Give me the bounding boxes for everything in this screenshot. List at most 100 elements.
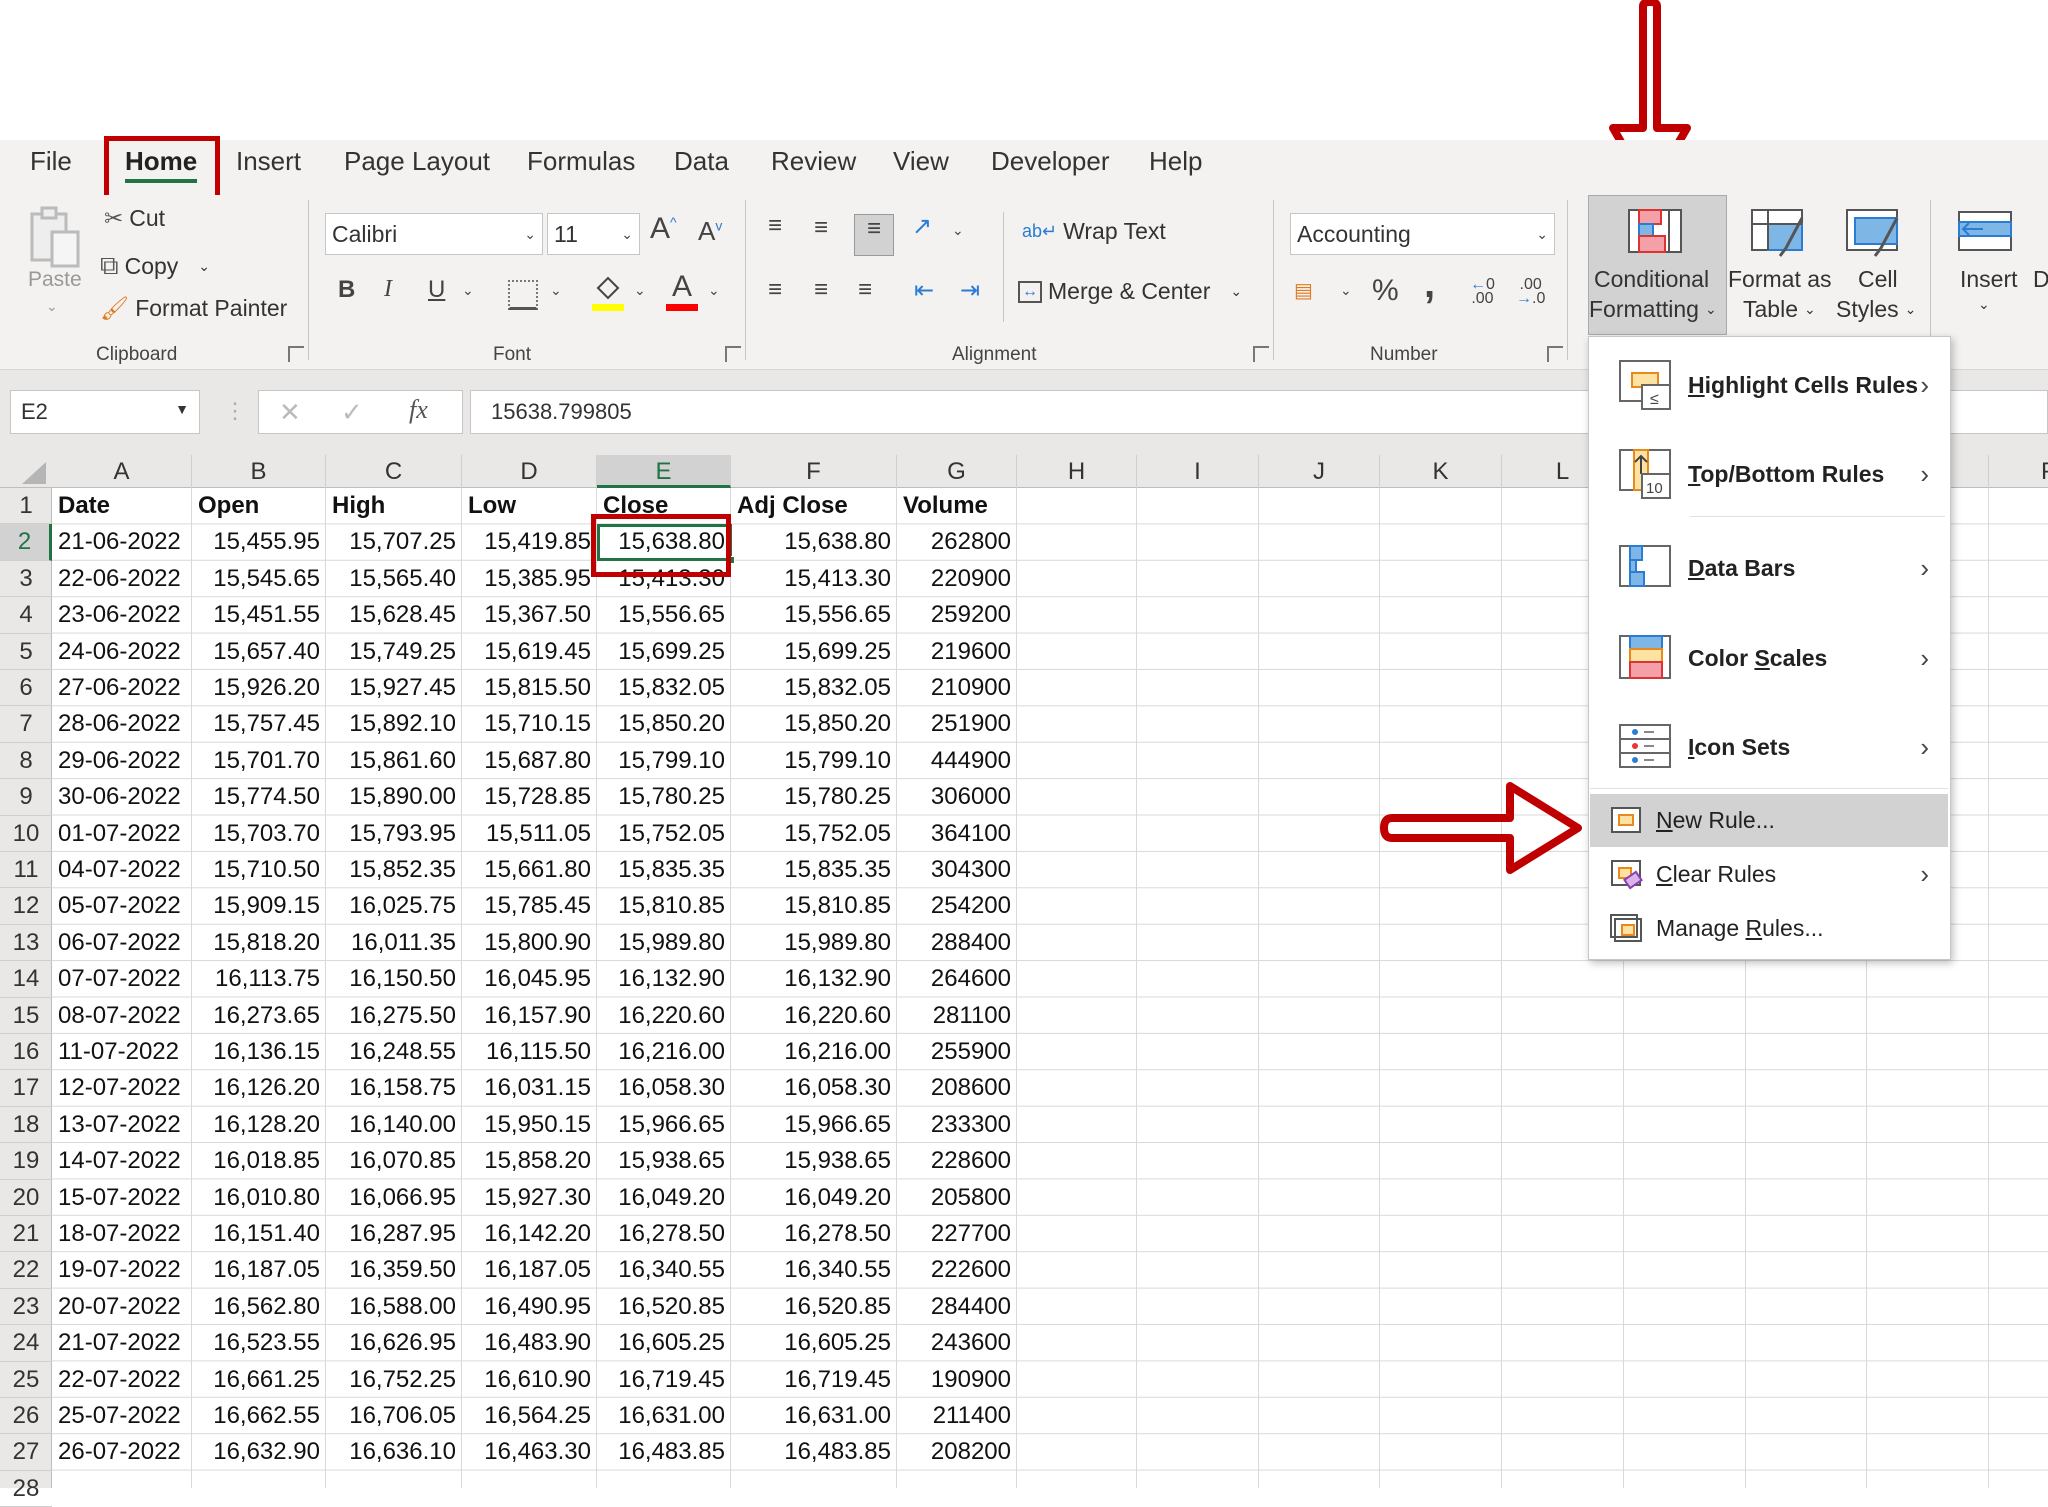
table-cell[interactable]: 304300 <box>897 852 1017 888</box>
table-cell[interactable]: 16,610.90 <box>462 1362 597 1398</box>
row-header[interactable]: 3 <box>0 561 52 598</box>
column-header-f[interactable]: F <box>731 455 897 488</box>
table-cell[interactable]: 16,025.75 <box>326 888 462 924</box>
row-header[interactable]: 2 <box>0 524 52 561</box>
table-cell[interactable]: 15,385.95 <box>462 561 597 597</box>
table-cell[interactable]: 16,520.85 <box>597 1289 731 1325</box>
table-cell[interactable]: 16,049.20 <box>731 1180 897 1216</box>
row-header[interactable]: 25 <box>0 1362 52 1398</box>
table-cell[interactable]: 15,858.20 <box>462 1143 597 1179</box>
table-cell[interactable]: 30-06-2022 <box>52 779 192 815</box>
merge-center-button[interactable]: ↔ Merge & Center ⌄ <box>1018 278 1242 305</box>
table-cell[interactable]: 15,810.85 <box>731 888 897 924</box>
table-cell[interactable]: 15,710.50 <box>192 852 326 888</box>
menu-item-data-bars[interactable]: Data Bars › <box>1588 538 1951 598</box>
table-cell[interactable]: 22-06-2022 <box>52 561 192 597</box>
table-cell[interactable]: 15,799.10 <box>597 743 731 779</box>
table-cell[interactable]: 16,132.90 <box>731 961 897 997</box>
column-header-k[interactable]: K <box>1380 455 1502 488</box>
table-cell[interactable]: 15,892.10 <box>326 706 462 742</box>
table-cell[interactable]: 15,966.65 <box>731 1107 897 1143</box>
table-cell[interactable]: 16,018.85 <box>192 1143 326 1179</box>
table-cell[interactable]: 306000 <box>897 779 1017 815</box>
table-cell[interactable]: 16,045.95 <box>462 961 597 997</box>
table-cell[interactable]: 15,774.50 <box>192 779 326 815</box>
table-cell[interactable]: 16,058.30 <box>731 1070 897 1106</box>
increase-decimal-icon[interactable]: ←0.00 <box>1470 277 1495 307</box>
table-cell[interactable]: 284400 <box>897 1289 1017 1325</box>
table-cell[interactable]: 208200 <box>897 1434 1017 1470</box>
column-header-p[interactable]: P <box>1989 455 2048 488</box>
table-cell[interactable]: 233300 <box>897 1107 1017 1143</box>
table-cell[interactable]: 28-06-2022 <box>52 706 192 742</box>
table-cell[interactable]: 16,058.30 <box>597 1070 731 1106</box>
clipboard-dialog-launcher-icon[interactable] <box>288 346 304 362</box>
table-cell[interactable]: 15,909.15 <box>192 888 326 924</box>
tab-insert[interactable]: Insert <box>236 146 301 177</box>
increase-indent-icon[interactable]: ⇥ <box>960 276 980 305</box>
table-cell[interactable]: 15,780.25 <box>731 779 897 815</box>
table-cell[interactable]: 16,340.55 <box>597 1252 731 1288</box>
insert-cells-label[interactable]: Insert <box>1960 266 2018 293</box>
table-cell[interactable]: 15,699.25 <box>597 634 731 670</box>
table-cell[interactable]: 255900 <box>897 1034 1017 1070</box>
table-cell[interactable]: 16,605.25 <box>597 1325 731 1361</box>
table-cell[interactable]: 15,556.65 <box>731 597 897 633</box>
row-header[interactable]: 8 <box>0 743 52 780</box>
table-cell[interactable]: 243600 <box>897 1325 1017 1361</box>
align-center-icon[interactable]: ≡ <box>814 276 828 304</box>
table-cell[interactable]: 444900 <box>897 743 1017 779</box>
table-cell[interactable]: 15,728.85 <box>462 779 597 815</box>
table-cell[interactable]: 16,157.90 <box>462 998 597 1034</box>
tab-review[interactable]: Review <box>771 146 856 177</box>
table-cell[interactable]: 15,752.05 <box>597 816 731 852</box>
align-left-icon[interactable]: ≡ <box>768 276 782 304</box>
comma-style-button[interactable]: , <box>1424 262 1435 307</box>
table-cell[interactable]: 16,523.55 <box>192 1325 326 1361</box>
cancel-icon[interactable]: ✕ <box>279 397 301 428</box>
table-cell[interactable]: 15,989.80 <box>731 925 897 961</box>
number-dialog-launcher-icon[interactable] <box>1547 346 1563 362</box>
decrease-font-size-icon[interactable]: Av <box>698 216 722 247</box>
table-cell[interactable]: 15,852.35 <box>326 852 462 888</box>
bottom-align-icon[interactable]: ≡ <box>854 214 894 256</box>
table-cell[interactable]: 15,835.35 <box>731 852 897 888</box>
table-cell[interactable]: 15,938.65 <box>597 1143 731 1179</box>
orientation-dropdown-chevron-icon[interactable]: ⌄ <box>952 222 964 239</box>
table-cell[interactable]: 16,126.20 <box>192 1070 326 1106</box>
number-format-combo[interactable]: Accounting ⌄ <box>1290 213 1555 255</box>
table-cell[interactable]: 19-07-2022 <box>52 1252 192 1288</box>
table-cell[interactable]: 15,511.05 <box>462 816 597 852</box>
table-cell[interactable]: 15,661.80 <box>462 852 597 888</box>
row-header[interactable]: 17 <box>0 1070 52 1107</box>
table-cell[interactable]: 16,136.15 <box>192 1034 326 1070</box>
table-cell[interactable]: 16,216.00 <box>731 1034 897 1070</box>
table-cell[interactable]: 16,115.50 <box>462 1034 597 1070</box>
accounting-format-icon[interactable]: ▤ <box>1294 278 1313 303</box>
table-cell[interactable]: 281100 <box>897 998 1017 1034</box>
table-cell[interactable]: 16,340.55 <box>731 1252 897 1288</box>
table-cell[interactable]: 16,631.00 <box>731 1398 897 1434</box>
table-cell[interactable]: 259200 <box>897 597 1017 633</box>
table-cell[interactable]: 251900 <box>897 706 1017 742</box>
format-as-table-icon[interactable] <box>1750 208 1806 258</box>
table-cell[interactable]: 16,605.25 <box>731 1325 897 1361</box>
row-header[interactable]: 4 <box>0 597 52 634</box>
tab-developer[interactable]: Developer <box>991 146 1110 177</box>
table-cell[interactable]: 16,151.40 <box>192 1216 326 1252</box>
header-cell[interactable]: Open <box>192 488 326 524</box>
tab-data[interactable]: Data <box>674 146 729 177</box>
table-cell[interactable]: 15,687.80 <box>462 743 597 779</box>
header-cell[interactable]: Adj Close <box>731 488 897 524</box>
font-dialog-launcher-icon[interactable] <box>725 346 741 362</box>
enter-check-icon[interactable]: ✓ <box>341 397 363 428</box>
row-header[interactable]: 7 <box>0 706 52 743</box>
table-cell[interactable]: 16,070.85 <box>326 1143 462 1179</box>
table-cell[interactable]: 15,950.15 <box>462 1107 597 1143</box>
header-cell[interactable]: Date <box>52 488 192 524</box>
table-cell[interactable]: 16,588.00 <box>326 1289 462 1325</box>
table-cell[interactable]: 16,216.00 <box>597 1034 731 1070</box>
table-cell[interactable]: 15,793.95 <box>326 816 462 852</box>
table-cell[interactable]: 228600 <box>897 1143 1017 1179</box>
row-header[interactable]: 12 <box>0 888 52 925</box>
